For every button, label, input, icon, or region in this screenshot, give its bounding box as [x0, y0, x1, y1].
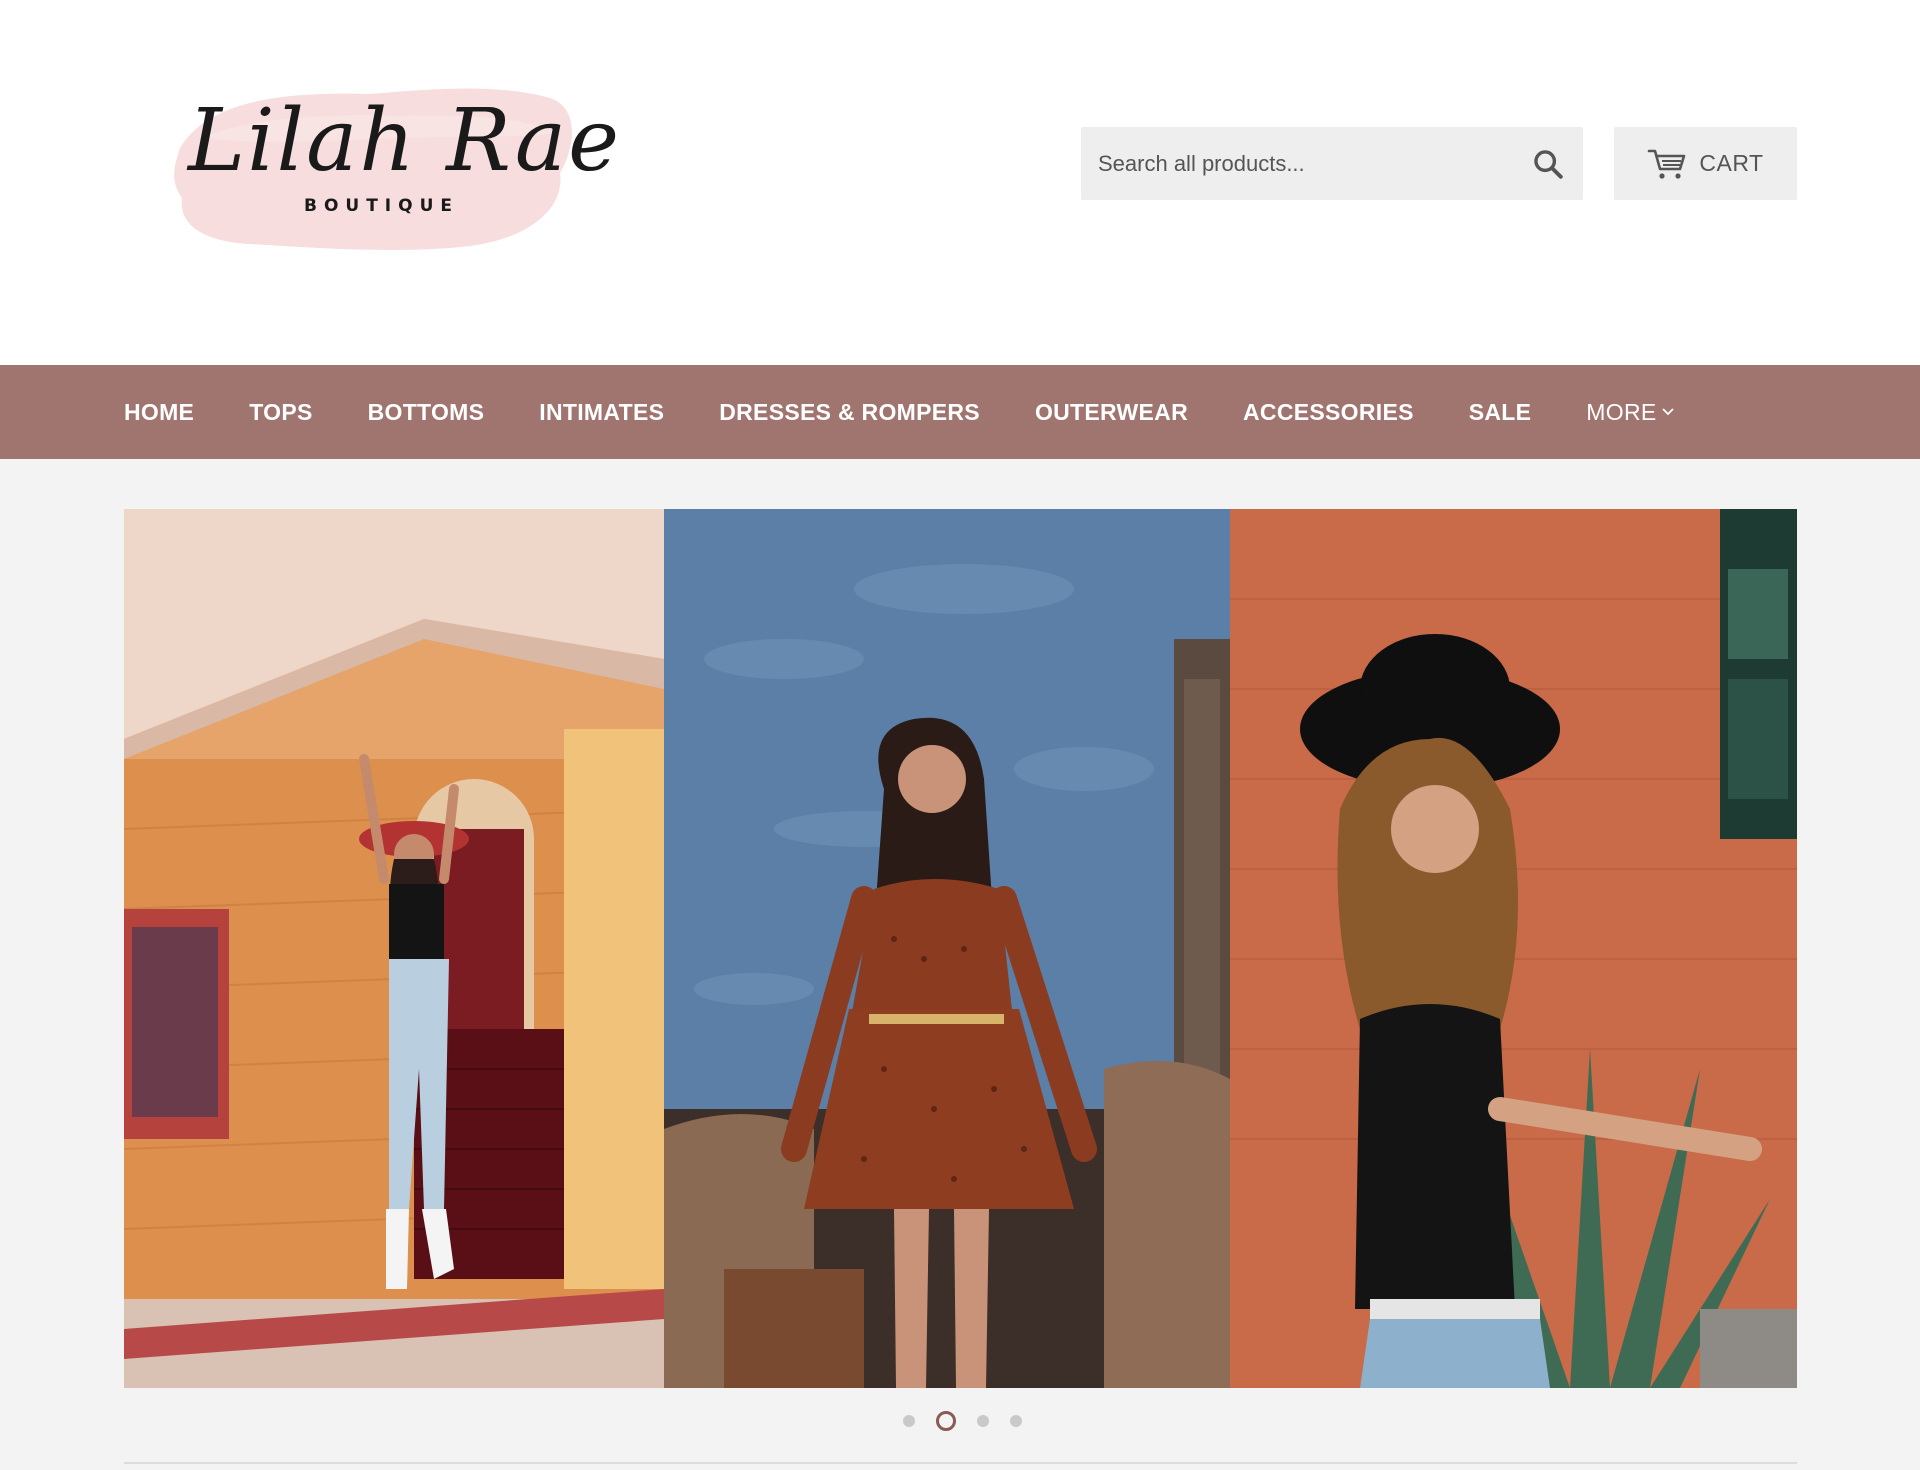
nav-item-intimates[interactable]: INTIMATES	[539, 399, 664, 426]
hero-photo-blue-wall	[664, 509, 1230, 1388]
slide-dot-4[interactable]	[1010, 1415, 1022, 1427]
site-header: Lilah Rae BOUTIQUE CART	[0, 0, 1920, 365]
nav-item-more[interactable]: MORE	[1586, 399, 1674, 426]
nav-item-outerwear[interactable]: OUTERWEAR	[1035, 399, 1188, 426]
search-bar	[1081, 127, 1583, 200]
cart-icon	[1648, 149, 1686, 179]
brand-logo[interactable]: Lilah Rae BOUTIQUE	[170, 78, 619, 258]
nav-item-tops[interactable]: TOPS	[249, 399, 312, 426]
search-icon	[1534, 150, 1563, 179]
slide-dot-3[interactable]	[977, 1415, 989, 1427]
hero-slideshow[interactable]	[124, 509, 1797, 1388]
chevron-down-icon	[1661, 408, 1674, 416]
slide-dot-1[interactable]	[903, 1415, 915, 1427]
logo-subtitle: BOUTIQUE	[304, 196, 460, 216]
hero-photo-theater	[124, 509, 664, 1388]
cart-label: CART	[1699, 150, 1764, 176]
search-input[interactable]	[1081, 127, 1511, 200]
hero-photo-terracotta-wall	[1230, 509, 1797, 1388]
slideshow-pager	[903, 1411, 1022, 1431]
search-button[interactable]	[1523, 139, 1573, 189]
nav-item-dresses-rompers[interactable]: DRESSES & ROMPERS	[719, 399, 980, 426]
nav-item-sale[interactable]: SALE	[1469, 399, 1532, 426]
nav-item-bottoms[interactable]: BOTTOMS	[368, 399, 485, 426]
nav-more-label: MORE	[1586, 398, 1657, 425]
nav-item-accessories[interactable]: ACCESSORIES	[1243, 399, 1414, 426]
section-divider	[124, 1462, 1797, 1464]
cart-button[interactable]: CART	[1614, 127, 1797, 200]
nav-item-home[interactable]: HOME	[124, 399, 194, 426]
main-nav: HOME TOPS BOTTOMS INTIMATES DRESSES & RO…	[0, 365, 1920, 459]
logo-script-text: Lilah Rae	[188, 91, 622, 191]
slide-dot-2-active[interactable]	[936, 1411, 956, 1431]
